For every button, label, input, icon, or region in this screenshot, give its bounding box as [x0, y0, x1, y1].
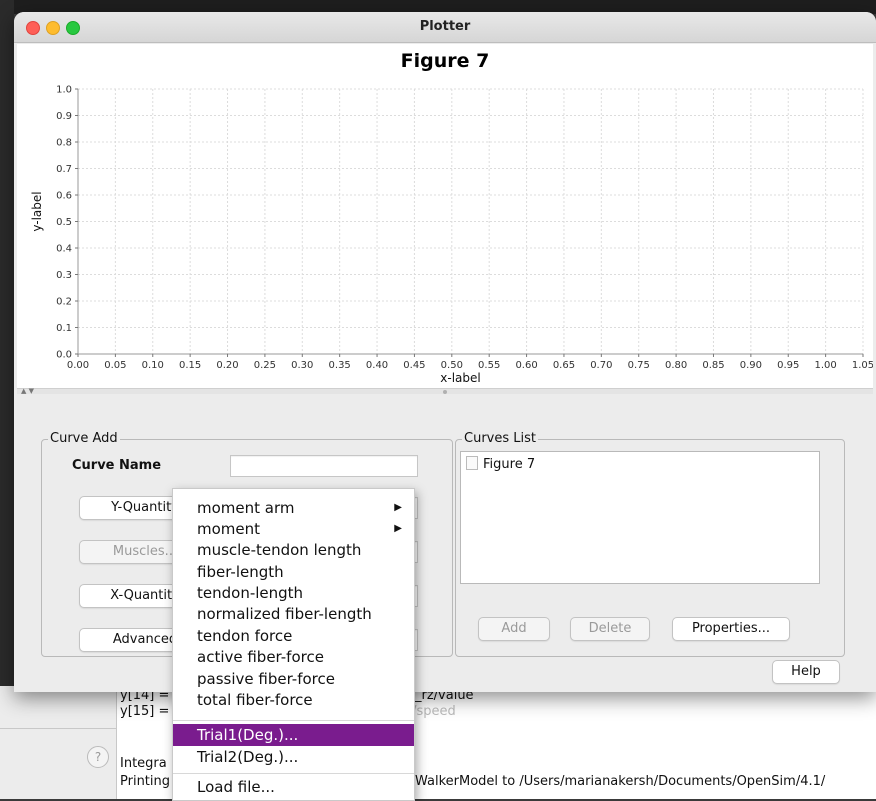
title-bar[interactable]: Plotter	[14, 12, 876, 43]
y-tick-label: 0.0	[56, 350, 72, 361]
x-tick-label: 0.05	[104, 360, 126, 371]
help-circle-icon[interactable]: ?	[87, 746, 109, 768]
x-tick-label: 0.95	[777, 360, 799, 371]
curve-name-input[interactable]	[230, 455, 418, 477]
x-tick-label: 1.05	[852, 360, 873, 371]
menu-item-moment[interactable]: moment ▶	[173, 518, 414, 540]
y-tick-label: 0.3	[56, 270, 72, 281]
x-tick-label: 0.15	[179, 360, 201, 371]
y-tick-label: 0.7	[56, 164, 72, 175]
x-tick-label: 0.10	[142, 360, 164, 371]
add-button: Add	[478, 617, 550, 641]
menu-item-muscle-tendon-length[interactable]: muscle-tendon length	[173, 539, 414, 561]
x-tick-label: 0.00	[67, 360, 89, 371]
y-tick-label: 0.4	[56, 244, 72, 255]
y-tick-label: 0.2	[56, 297, 72, 308]
console-line: Printing	[120, 774, 171, 789]
figure-panel[interactable]: Figure 7 0.00 0.05 0.10 0.15 0.20 0.25 0.30 0.3…	[17, 44, 873, 388]
document-icon	[466, 456, 478, 470]
console-line: WalkerModel to /Users/marianakersh/Docum…	[415, 774, 826, 789]
x-tick-label: 0.80	[665, 360, 687, 371]
menu-item-tendon-force[interactable]: tendon force	[173, 625, 414, 647]
y-tick-label: 0.5	[56, 217, 72, 228]
x-tick-label: 0.65	[553, 360, 575, 371]
delete-button: Delete	[570, 617, 650, 641]
console-line: Integra	[120, 756, 167, 771]
curve-item-label: Figure 7	[483, 457, 536, 472]
properties-button[interactable]: Properties...	[672, 617, 790, 641]
x-tick-label: 0.60	[515, 360, 537, 371]
menu-item-trial1[interactable]: Trial1(Deg.)...	[173, 724, 414, 746]
menu-item-total-fiber-force[interactable]: total fiber-force	[173, 689, 414, 711]
menu-item-trial2[interactable]: Trial2(Deg.)...	[173, 746, 414, 768]
list-item[interactable]: Figure 7	[466, 456, 535, 472]
window-title: Plotter	[419, 19, 471, 34]
curve-add-title: Curve Add	[48, 431, 120, 446]
y-tick-label: 0.6	[56, 191, 72, 202]
y-tick-label: 0.9	[56, 111, 72, 122]
x-tick-label: 0.35	[329, 360, 351, 371]
x-tick-label: 0.75	[628, 360, 650, 371]
plotter-window: Plotter Figure 7 0.00 0.05 0.10 0.15 0.20 0.2…	[14, 12, 876, 692]
x-tick-label: 0.25	[254, 360, 276, 371]
curves-list-title: Curves List	[462, 431, 538, 446]
x-tick-label: 0.90	[740, 360, 762, 371]
menu-item-normalized-fiber-length[interactable]: normalized fiber-length	[173, 603, 414, 625]
x-tick-label: 0.70	[590, 360, 612, 371]
menu-item-active-fiber-force[interactable]: active fiber-force	[173, 646, 414, 668]
y-axis-label: y-label	[30, 191, 44, 231]
menu-item-load-file[interactable]: Load file...	[173, 776, 414, 798]
console-line: y[15] =	[120, 704, 170, 719]
x-tick-label: 0.40	[366, 360, 388, 371]
curves-list-group: Curves List Figure 7 Add Delete Properti…	[455, 431, 845, 657]
x-tick-label: 0.50	[441, 360, 463, 371]
plot-area[interactable]: 0.00 0.05 0.10 0.15 0.20 0.25 0.30 0.35 0.40 0.45…	[17, 44, 873, 388]
chevron-right-icon: ▶	[394, 523, 402, 534]
y-tick-label: 0.8	[56, 138, 72, 149]
x-tick-label: 0.20	[216, 360, 238, 371]
menu-item-fiber-length[interactable]: fiber-length	[173, 561, 414, 583]
curve-name-label: Curve Name	[72, 458, 162, 473]
help-button[interactable]: Help	[772, 660, 840, 684]
menu-separator	[173, 773, 414, 774]
divider	[0, 728, 116, 729]
background-app-edge	[0, 0, 14, 799]
x-tick-label: 0.85	[702, 360, 724, 371]
x-tick-label: 0.55	[478, 360, 500, 371]
curves-listbox[interactable]: Figure 7	[460, 451, 820, 584]
y-quantity-menu: moment arm ▶ moment ▶ muscle-tendon length…	[172, 488, 415, 801]
console-gutter	[0, 686, 117, 799]
controls-panel: Curve Add Curve Name Y-Quantity Muscles.…	[17, 394, 873, 684]
x-tick-label: 0.30	[291, 360, 313, 371]
y-tick-label: 0.1	[56, 323, 72, 334]
menu-separator	[173, 720, 414, 721]
x-axis-label: x-label	[440, 371, 480, 385]
y-tick-label: 1.0	[56, 85, 72, 96]
chevron-right-icon: ▶	[394, 502, 402, 513]
menu-item-tendon-length[interactable]: tendon-length	[173, 582, 414, 604]
x-tick-label: 1.00	[814, 360, 836, 371]
x-tick-label: 0.45	[403, 360, 425, 371]
menu-item-moment-arm[interactable]: moment arm ▶	[173, 497, 414, 519]
menu-item-passive-fiber-force[interactable]: passive fiber-force	[173, 668, 414, 690]
